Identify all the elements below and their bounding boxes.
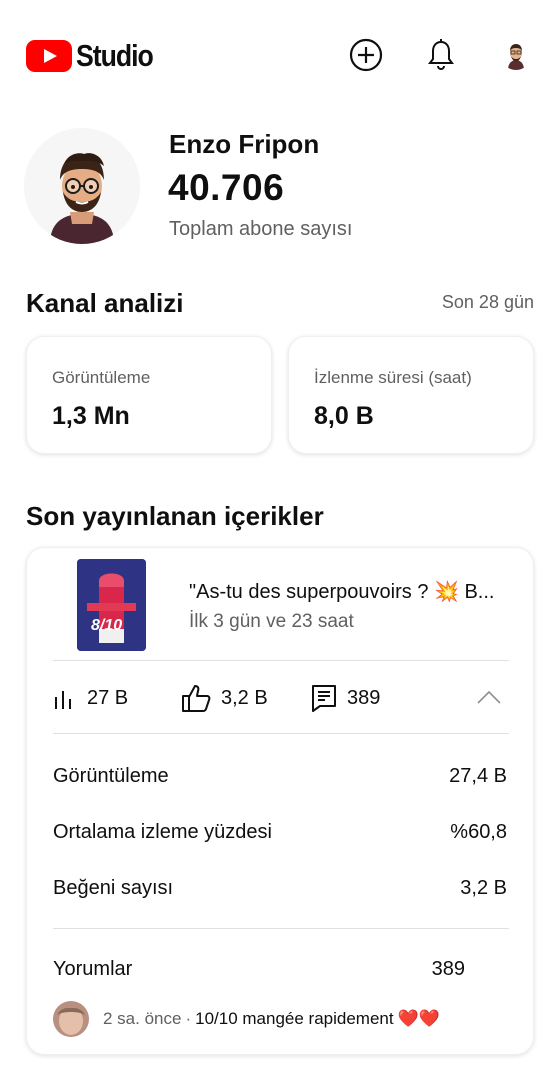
logo-text: Studio: [76, 38, 154, 73]
video-thumbnail[interactable]: 8/10: [77, 559, 146, 651]
divider: [53, 660, 509, 661]
channel-avatar[interactable]: [24, 128, 140, 244]
top-app-bar: Studio: [0, 0, 560, 110]
subscriber-count: 40.706: [168, 167, 285, 208]
watch-time-metric-label: İzlenme süresi (saat): [314, 368, 472, 387]
thumbnail-score: 8/10: [91, 617, 123, 634]
detail-views-label: Görüntüleme: [53, 765, 169, 787]
youtube-studio-logo[interactable]: Studio: [26, 38, 165, 74]
commenter-avatar: [53, 1001, 89, 1037]
views-metric-card[interactable]: Görüntüleme 1,3 Mn: [26, 336, 272, 454]
recent-content-title: Son yayınlanan içerikler: [26, 501, 324, 531]
thumbs-up-icon: [181, 684, 211, 712]
comments-stat: 389: [311, 673, 380, 723]
detail-views-value: 27,4 B: [449, 765, 507, 787]
detail-likes-value: 3,2 B: [460, 877, 507, 899]
video-title[interactable]: "As-tu des superpouvoirs ? 💥 B...: [189, 579, 519, 604]
likes-stat-value: 3,2 B: [221, 686, 268, 709]
channel-analytics-title: Kanal analizi: [26, 288, 184, 318]
views-metric-label: Görüntüleme: [52, 368, 151, 387]
subscriber-label: Toplam abone sayısı: [169, 218, 353, 240]
notifications-bell-icon[interactable]: [424, 38, 458, 72]
comments-stat-value: 389: [347, 686, 381, 709]
comments-section-count: 389: [431, 958, 465, 980]
analytics-period: Son 28 gün: [441, 292, 534, 312]
comment-text: 10/10 mangée rapidement: [195, 1009, 394, 1028]
divider: [53, 733, 509, 734]
create-icon[interactable]: [349, 38, 383, 72]
comment-icon: [311, 684, 337, 712]
views-metric-value: 1,3 Mn: [52, 402, 130, 430]
chevron-up-icon[interactable]: [475, 688, 503, 711]
latest-comment[interactable]: 2 sa. önce · 10/10 mangée rapidement ❤️❤…: [53, 1001, 440, 1037]
comments-section-label[interactable]: Yorumlar: [53, 958, 132, 981]
likes-stat: 3,2 B: [181, 673, 268, 723]
divider: [53, 928, 509, 929]
youtube-play-icon: [26, 40, 72, 72]
comment-separator: ·: [185, 1009, 192, 1028]
views-stat: 27 B: [53, 673, 128, 723]
detail-likes-label: Beğeni sayısı: [53, 877, 174, 899]
recent-video-card: 8/10 "As-tu des superpouvoirs ? 💥 B... İ…: [26, 547, 534, 1055]
comment-emoji: ❤️❤️: [397, 1009, 440, 1028]
watch-time-metric-card[interactable]: İzlenme süresi (saat) 8,0 B: [288, 336, 534, 454]
account-avatar[interactable]: [501, 40, 531, 70]
detail-avg-watch-value: %60,8: [450, 821, 507, 843]
comment-time: 2 sa. önce: [103, 1009, 182, 1028]
bar-chart-icon: [53, 686, 77, 710]
detail-avg-watch-label: Ortalama izleme yüzdesi: [53, 821, 272, 843]
channel-name: Enzo Fripon: [169, 129, 320, 159]
watch-time-metric-value: 8,0 B: [314, 402, 374, 430]
video-age: İlk 3 gün ve 23 saat: [189, 611, 354, 632]
views-stat-value: 27 B: [87, 686, 129, 709]
